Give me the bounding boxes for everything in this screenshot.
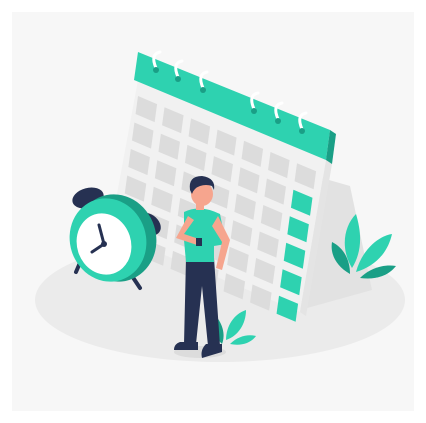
scheduling-illustration [35, 50, 405, 362]
illustration-stage [0, 0, 426, 423]
